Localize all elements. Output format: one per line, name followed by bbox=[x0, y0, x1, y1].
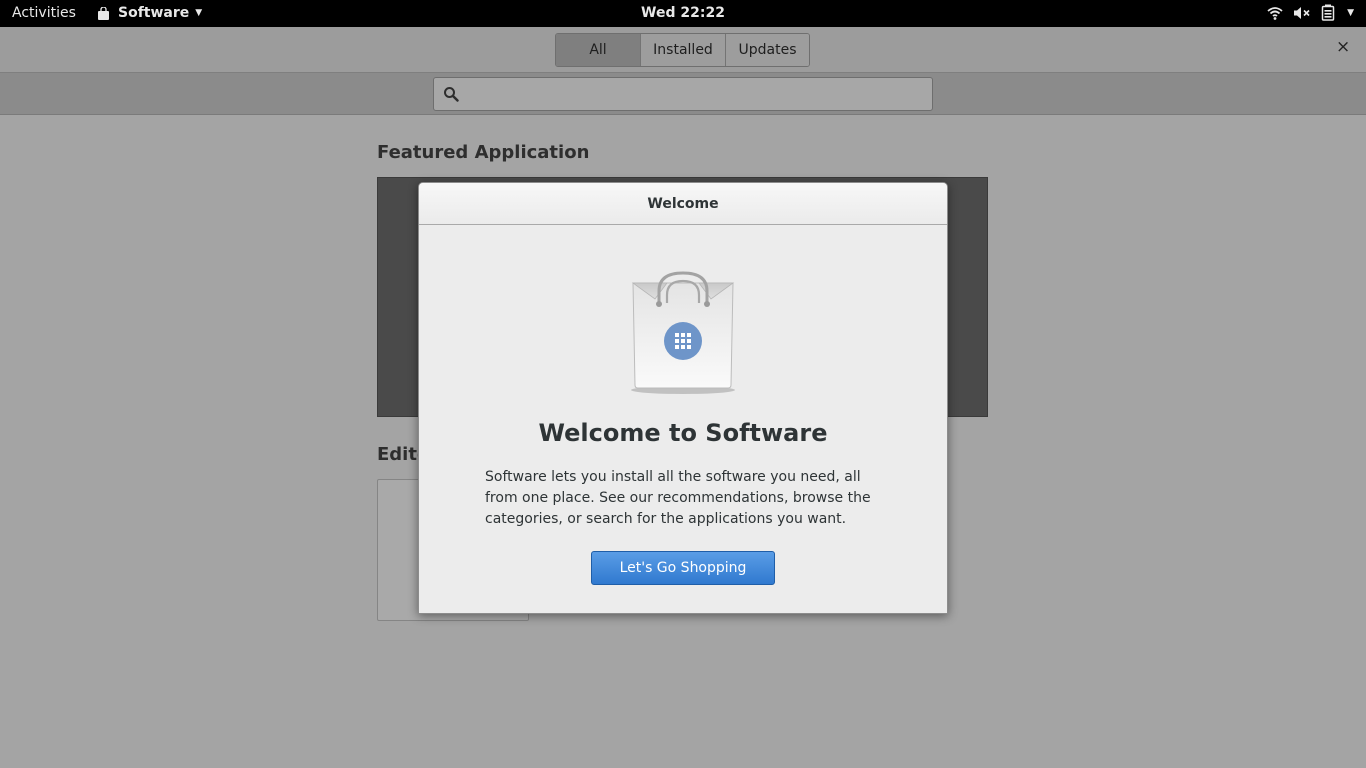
tab-all[interactable]: All bbox=[556, 34, 641, 66]
header-bar: All Installed Updates × bbox=[0, 27, 1366, 73]
tab-installed[interactable]: Installed bbox=[641, 34, 726, 66]
volume-muted-icon bbox=[1293, 5, 1311, 21]
activities-button[interactable]: Activities bbox=[12, 5, 76, 21]
software-bag-icon bbox=[627, 269, 739, 395]
battery-icon bbox=[1321, 4, 1337, 21]
welcome-dialog: Welcome Welcome to Software Software let… bbox=[418, 182, 948, 614]
lets-go-shopping-button[interactable]: Let's Go Shopping bbox=[591, 551, 775, 585]
menu-arrow-icon: ▼ bbox=[1347, 7, 1354, 18]
app-menu-label: Software bbox=[118, 5, 190, 21]
tab-updates[interactable]: Updates bbox=[726, 34, 809, 66]
featured-section-title: Featured Application bbox=[377, 142, 590, 163]
dialog-title: Welcome bbox=[419, 183, 947, 225]
welcome-heading: Welcome to Software bbox=[538, 419, 828, 447]
search-icon bbox=[443, 86, 459, 102]
app-menu[interactable]: Software ▼ bbox=[98, 5, 202, 21]
system-status-menu[interactable]: ▼ bbox=[1267, 4, 1354, 21]
close-button[interactable]: × bbox=[1336, 39, 1350, 56]
view-switcher: All Installed Updates bbox=[555, 33, 810, 67]
clock[interactable]: Wed 22:22 bbox=[641, 5, 725, 21]
search-input[interactable] bbox=[468, 83, 923, 105]
welcome-description: Software lets you install all the softwa… bbox=[485, 469, 871, 527]
search-box[interactable] bbox=[433, 77, 933, 111]
search-bar bbox=[0, 73, 1366, 115]
top-bar: Activities Software ▼ Wed 22:22 ▼ bbox=[0, 0, 1366, 27]
chevron-down-icon: ▼ bbox=[195, 8, 203, 18]
wifi-icon bbox=[1267, 5, 1283, 21]
shopping-bag-icon bbox=[98, 5, 109, 20]
